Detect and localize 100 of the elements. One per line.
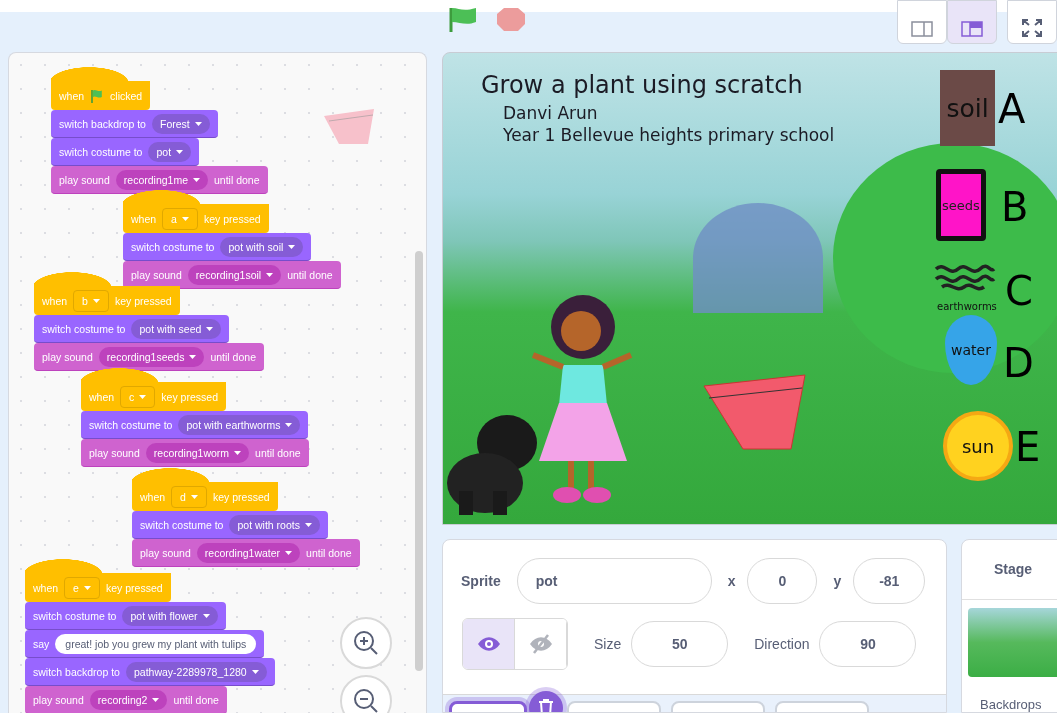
sprite-label: Sprite (461, 573, 501, 589)
caret-icon (206, 326, 214, 331)
caret-icon (190, 494, 198, 499)
block-label: when (59, 89, 85, 102)
block-label: clicked (110, 89, 143, 102)
x-label: x (727, 573, 736, 589)
code-block[interactable]: switch costume to pot with earthworms (81, 411, 309, 439)
block-dropdown[interactable]: pot with soil (220, 236, 304, 257)
fullscreen-icon (1021, 19, 1043, 37)
code-block[interactable]: play sound recording1me until done (51, 166, 268, 194)
code-block[interactable]: switch costume to pot with seed (34, 315, 230, 343)
block-label: when (140, 490, 166, 503)
eye-slash-icon (528, 634, 553, 654)
water-drop-sprite: water (945, 315, 997, 385)
caret-icon (304, 522, 312, 527)
scrollbar[interactable] (415, 251, 423, 671)
block-label: play sound (59, 173, 110, 186)
block-label: until done (255, 446, 301, 459)
caret-icon (285, 422, 293, 427)
block-label: until done (210, 350, 256, 363)
block-dropdown[interactable]: recording1me (115, 169, 208, 190)
stage-letter: E (1015, 427, 1041, 467)
stage-letter: B (1001, 187, 1029, 227)
block-dropdown[interactable]: recording2 (89, 689, 168, 710)
caret-icon (176, 149, 184, 154)
block-label: switch costume to (42, 322, 126, 335)
block-label: key pressed (212, 490, 270, 503)
stage-letter: C (1005, 271, 1033, 311)
zoom-in-button[interactable] (340, 617, 392, 669)
caret-icon (181, 216, 189, 221)
block-label: switch costume to (131, 240, 215, 253)
block-label: play sound (89, 446, 140, 459)
block-dropdown[interactable]: recording1worm (145, 442, 250, 463)
block-label: until done (214, 173, 260, 186)
block-label: when (33, 581, 59, 594)
block-dropdown[interactable]: pot with earthworms (178, 414, 301, 435)
code-block[interactable]: switch backdrop to pathway-2289978_1280 (25, 658, 275, 686)
block-label: key pressed (114, 294, 172, 307)
caret-icon (285, 550, 293, 555)
caret-icon (234, 450, 242, 455)
zoom-out-button[interactable] (340, 675, 392, 713)
block-dropdown[interactable]: pot with seed (131, 318, 222, 339)
flag-icon (448, 8, 478, 32)
show-button[interactable] (463, 619, 515, 669)
code-block[interactable]: switch costume to pot with roots (132, 511, 328, 539)
stage-letter: A (998, 89, 1026, 129)
stage-panel-title: Stage (962, 540, 1057, 600)
text-input[interactable]: great! job you grew my plant with tulips (55, 633, 257, 654)
stop-button[interactable] (494, 8, 528, 34)
stage-mode-button[interactable] (947, 0, 997, 44)
stage-author: Danvi Arun (503, 103, 598, 123)
block-dropdown[interactable]: pot with roots (229, 514, 320, 535)
zoom-out-icon (353, 688, 379, 713)
size-label: Size (594, 636, 622, 652)
stage-title: Grow a plant using scratch (481, 71, 803, 99)
backdrops-label: Backdrops (980, 697, 1042, 712)
block-label: until done (306, 546, 352, 559)
block-dropdown[interactable]: Forest (151, 113, 210, 134)
caret-icon (194, 121, 202, 126)
block-label: when (131, 212, 157, 225)
block-label: switch costume to (140, 518, 224, 531)
code-block[interactable]: switch backdrop to Forest (51, 110, 218, 138)
block-dropdown[interactable]: pot with flower (122, 605, 218, 626)
code-block[interactable]: play sound recording2 until done (25, 686, 227, 713)
code-block[interactable]: say great! job you grew my plant with tulips (25, 630, 265, 658)
block-label: when (89, 390, 115, 403)
code-block[interactable]: switch costume to pot (51, 138, 200, 166)
stage-school: Year 1 Bellevue heights primary school (503, 125, 835, 145)
caret-icon (266, 272, 274, 277)
caret-icon (202, 613, 210, 618)
stage-letter: D (1003, 343, 1034, 383)
block-dropdown[interactable]: recording1water (196, 542, 301, 563)
code-block[interactable]: switch costume to pot with flower (25, 602, 226, 630)
block-label: switch costume to (33, 609, 117, 622)
zoom-in-icon (353, 630, 379, 656)
flag-icon (90, 88, 105, 103)
block-dropdown[interactable]: recording1soil (187, 264, 282, 285)
block-label: play sound (33, 693, 84, 706)
block-label: key pressed (105, 581, 163, 594)
code-block[interactable]: switch costume to pot with soil (123, 233, 312, 261)
block-label: key pressed (161, 390, 218, 403)
y-label: y (833, 573, 842, 589)
block-label: switch backdrop to (59, 117, 146, 130)
sun-sprite: sun (943, 411, 1013, 481)
block-dropdown[interactable]: pot (148, 141, 192, 162)
normal-stage-icon (961, 21, 983, 37)
soil-sprite: soil (940, 70, 995, 146)
stage-mode-button[interactable] (1007, 0, 1057, 44)
block-label: switch backdrop to (33, 665, 120, 678)
caret-icon (152, 697, 160, 702)
code-block[interactable]: play sound recording1water until done (132, 539, 360, 567)
caret-icon (83, 585, 91, 590)
seeds-packet-sprite: seeds (936, 169, 986, 241)
backdrop-thumbnail[interactable] (968, 607, 1057, 677)
block-dropdown[interactable]: pathway-2289978_1280 (125, 661, 267, 682)
code-block[interactable]: play sound recording1seeds until done (34, 343, 264, 371)
block-label: play sound (42, 350, 93, 363)
code-block[interactable]: play sound recording1worm until done (81, 439, 309, 467)
caret-icon (92, 298, 100, 303)
block-dropdown[interactable]: recording1seeds (98, 346, 205, 367)
